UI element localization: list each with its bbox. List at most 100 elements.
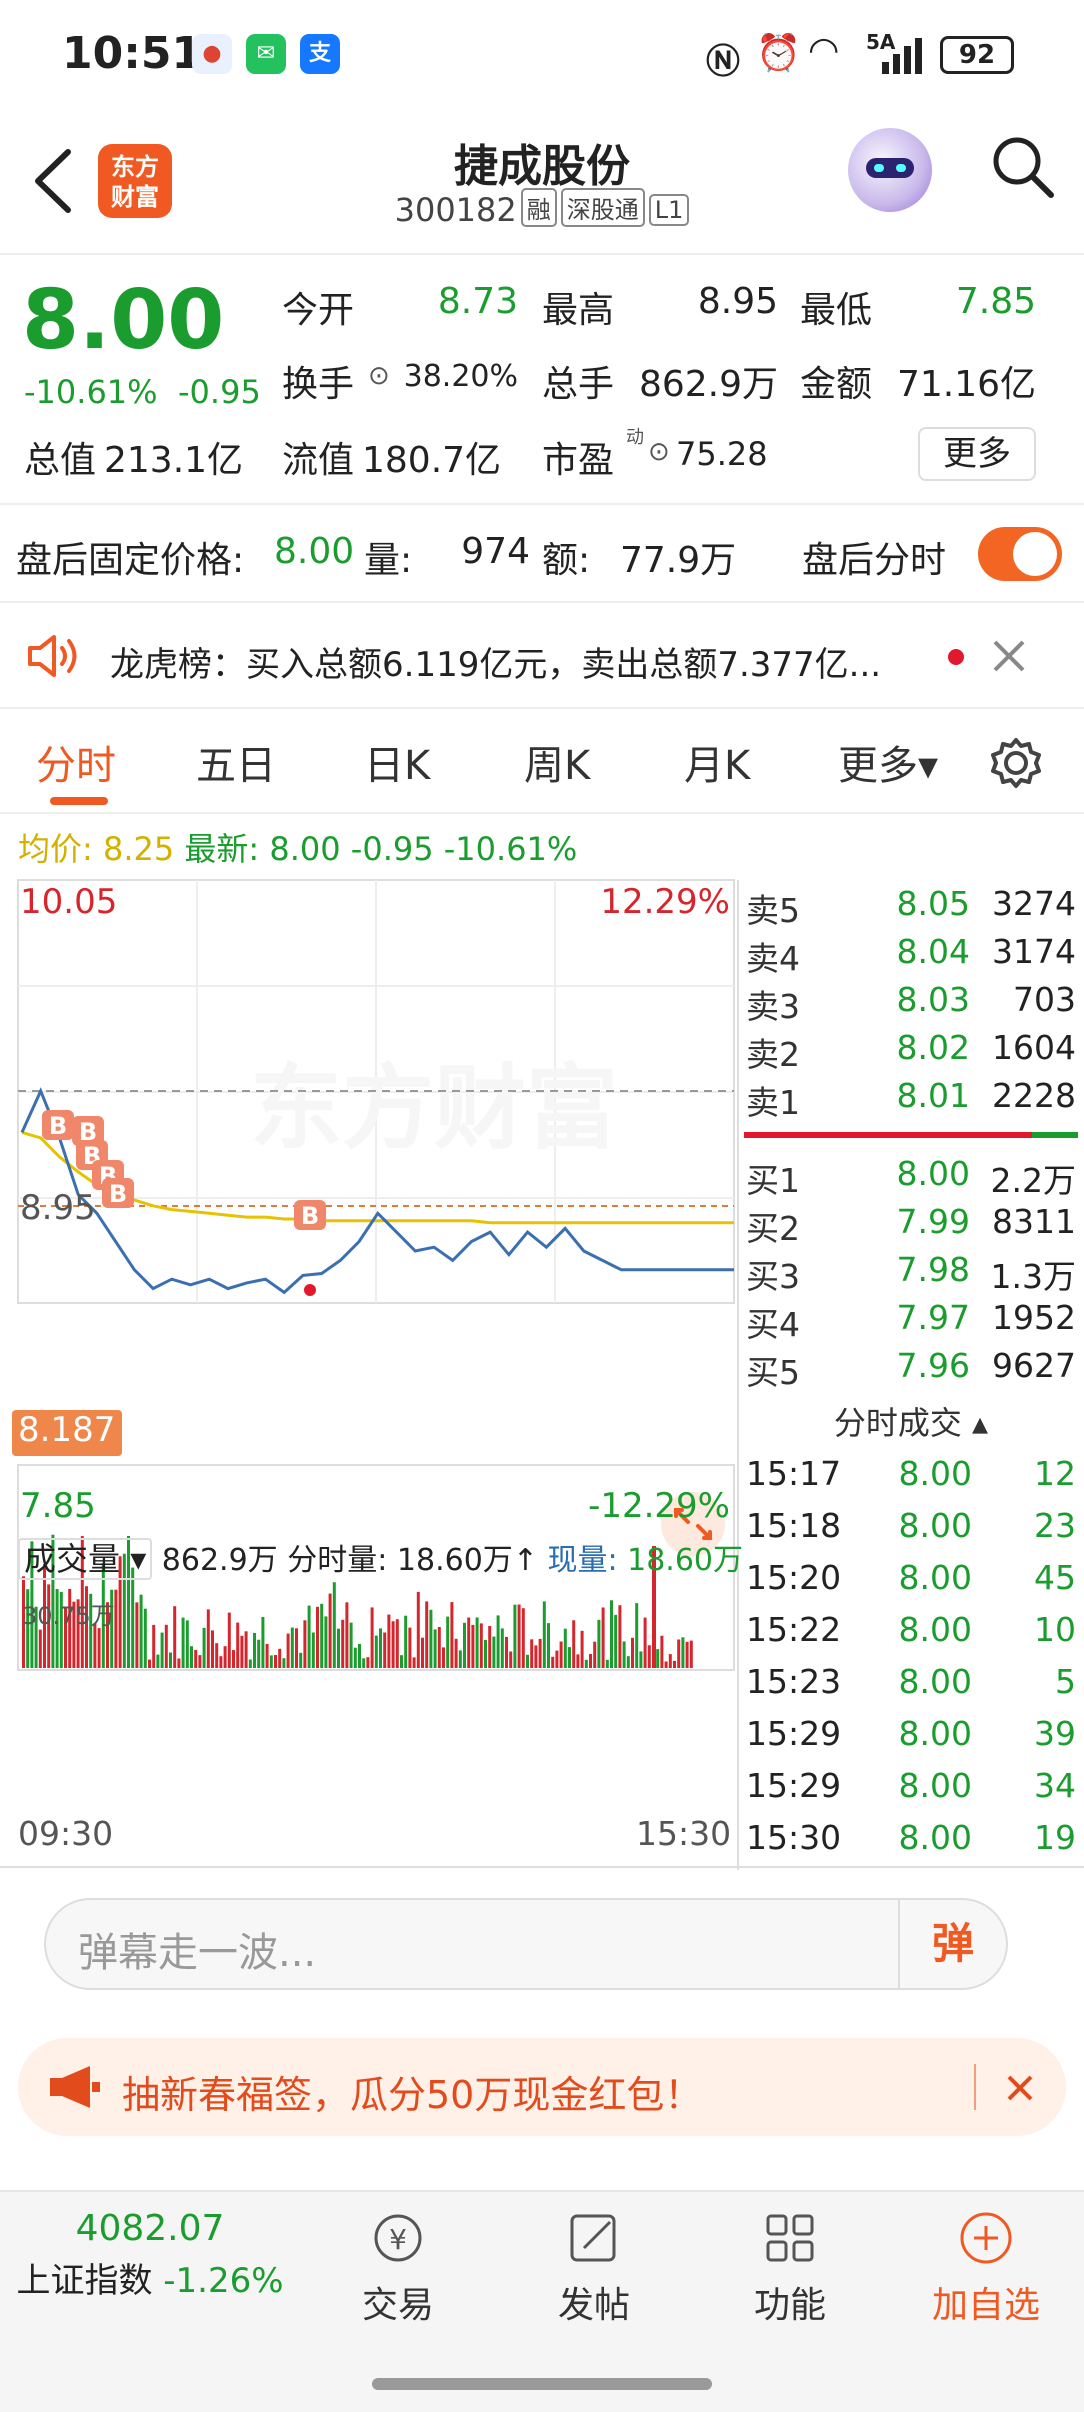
search-icon[interactable]	[990, 134, 1056, 200]
gear-icon[interactable]	[990, 737, 1042, 789]
volume-bar	[458, 1650, 462, 1668]
low-label: 最低	[800, 290, 873, 331]
tick-price: 8.00	[898, 1714, 972, 1753]
volume-bar	[211, 1630, 214, 1668]
volume-bar	[475, 1617, 479, 1668]
bid3-label: 买3	[746, 1257, 800, 1296]
more-button[interactable]: 更多	[918, 427, 1036, 481]
amount-label: 金额	[800, 364, 873, 405]
danmaku-input[interactable]: 弹幕走一波... 弹	[44, 1898, 1008, 1990]
tick-time: 15:29	[746, 1766, 842, 1805]
buy-marker: B	[294, 1200, 326, 1230]
volume-bar	[416, 1591, 420, 1668]
y-min-label: 7.85	[20, 1486, 96, 1526]
volume-bar	[677, 1639, 681, 1668]
volume-selector[interactable]: 成交量 ▾	[18, 1538, 153, 1580]
dragon-tiger-notice[interactable]: 龙虎榜：买入总额6.119亿元，卖出总额7.377亿...	[0, 603, 1084, 709]
volume-bar	[584, 1659, 588, 1668]
volume-bar	[597, 1619, 601, 1668]
volume-bar	[442, 1647, 445, 1668]
after-hours-toggle[interactable]	[978, 527, 1062, 581]
pe-info-icon[interactable]: ⊙	[648, 437, 670, 467]
volume-label: 总手	[542, 364, 615, 405]
tick-price: 8.00	[898, 1610, 972, 1649]
ah-price-label: 盘后固定价格:	[16, 540, 245, 581]
tick-vol: 34	[1034, 1766, 1076, 1805]
volume-bar	[349, 1622, 353, 1668]
change-value: -0.95	[178, 373, 261, 411]
svg-text:B: B	[49, 1112, 67, 1140]
edit-icon	[570, 2214, 616, 2262]
ask3-label: 卖3	[746, 987, 800, 1026]
trade-button[interactable]: ¥ 交易	[328, 2210, 468, 2328]
volume-bar	[215, 1643, 219, 1668]
volume-bar	[563, 1628, 567, 1668]
volume-bar	[404, 1615, 408, 1668]
promo-close-icon[interactable]	[1006, 2074, 1034, 2102]
volume-bar	[647, 1645, 651, 1668]
volume-bar	[395, 1619, 399, 1668]
volume-bar	[685, 1641, 689, 1668]
bid3-vol: 1.3万	[990, 1257, 1076, 1296]
post-button[interactable]: 发帖	[524, 2210, 664, 2328]
functions-button[interactable]: 功能	[720, 2210, 860, 2328]
danmaku-button[interactable]: 弹	[898, 1900, 1006, 1988]
tick-time: 15:20	[746, 1558, 842, 1597]
tag-margin: 融	[520, 188, 557, 227]
tab-monthly-k[interactable]: 月K	[684, 733, 750, 791]
tab-five-day[interactable]: 五日	[196, 733, 276, 791]
volume-bar	[429, 1609, 433, 1668]
avg-latest-line: 均价: 8.25 最新: 8.00 -0.95 -10.61%	[18, 824, 577, 870]
volume-bar	[412, 1657, 416, 1668]
volume-bar	[379, 1628, 382, 1668]
tag-connect: 深股通	[560, 188, 645, 227]
volume-bar	[362, 1658, 366, 1668]
tick-time: 15:29	[746, 1714, 842, 1753]
volume-bar	[286, 1633, 290, 1668]
volume-bar	[513, 1604, 517, 1668]
tick-price: 8.00	[898, 1558, 972, 1597]
bid1-label: 买1	[746, 1161, 800, 1200]
time-end: 15:30	[636, 1814, 732, 1853]
volume-bar	[618, 1605, 622, 1668]
latest-value: 8.00	[269, 830, 341, 868]
y-min-pct: -12.29%	[588, 1486, 730, 1526]
volume-bar	[244, 1631, 248, 1668]
tab-intraday[interactable]: 分时	[36, 733, 116, 791]
tab-weekly-k[interactable]: 周K	[524, 733, 590, 791]
tab-more[interactable]: 更多▾	[838, 733, 938, 791]
close-icon[interactable]	[992, 639, 1026, 673]
robot-assistant-avatar[interactable]	[848, 128, 932, 212]
tab-daily-k[interactable]: 日K	[364, 733, 430, 791]
bid4-label: 买4	[746, 1305, 800, 1344]
tick-price: 8.00	[898, 1662, 972, 1701]
index-change: -1.26%	[163, 2261, 284, 2301]
add-watchlist-button[interactable]: 加自选	[916, 2210, 1056, 2328]
index-widget[interactable]: 4082.07 上证指数 -1.26%	[0, 2208, 300, 2302]
volume-bar	[156, 1654, 160, 1668]
volume-bar	[610, 1600, 613, 1668]
volume-bar	[668, 1654, 672, 1668]
volume-bar	[173, 1606, 177, 1668]
info-icon[interactable]: ⊙	[368, 361, 390, 391]
bid2-label: 买2	[746, 1209, 800, 1248]
volume-bar	[139, 1594, 143, 1668]
home-indicator[interactable]	[372, 2378, 712, 2390]
tick-price: 8.00	[898, 1766, 972, 1805]
latest-change-pct: -10.61%	[443, 830, 578, 868]
volume-bar	[500, 1628, 504, 1668]
volume-bar	[194, 1649, 198, 1668]
volume-bar	[177, 1658, 181, 1668]
ticks-title[interactable]: 分时成交 ▴	[744, 1398, 1078, 1444]
volume-bar	[324, 1616, 328, 1668]
volume-bar	[526, 1654, 529, 1668]
volume-bar	[601, 1607, 605, 1668]
volume-bar	[479, 1623, 483, 1668]
volume-bar	[202, 1627, 206, 1668]
promo-banner[interactable]: 抽新春福签，瓜分50万现金红包！	[18, 2038, 1066, 2136]
volume-bar	[366, 1657, 370, 1668]
ask1-label: 卖1	[746, 1083, 800, 1122]
megaphone-icon	[50, 2066, 100, 2108]
volume-bar	[206, 1609, 210, 1668]
mktcap-value: 213.1亿	[104, 440, 244, 481]
